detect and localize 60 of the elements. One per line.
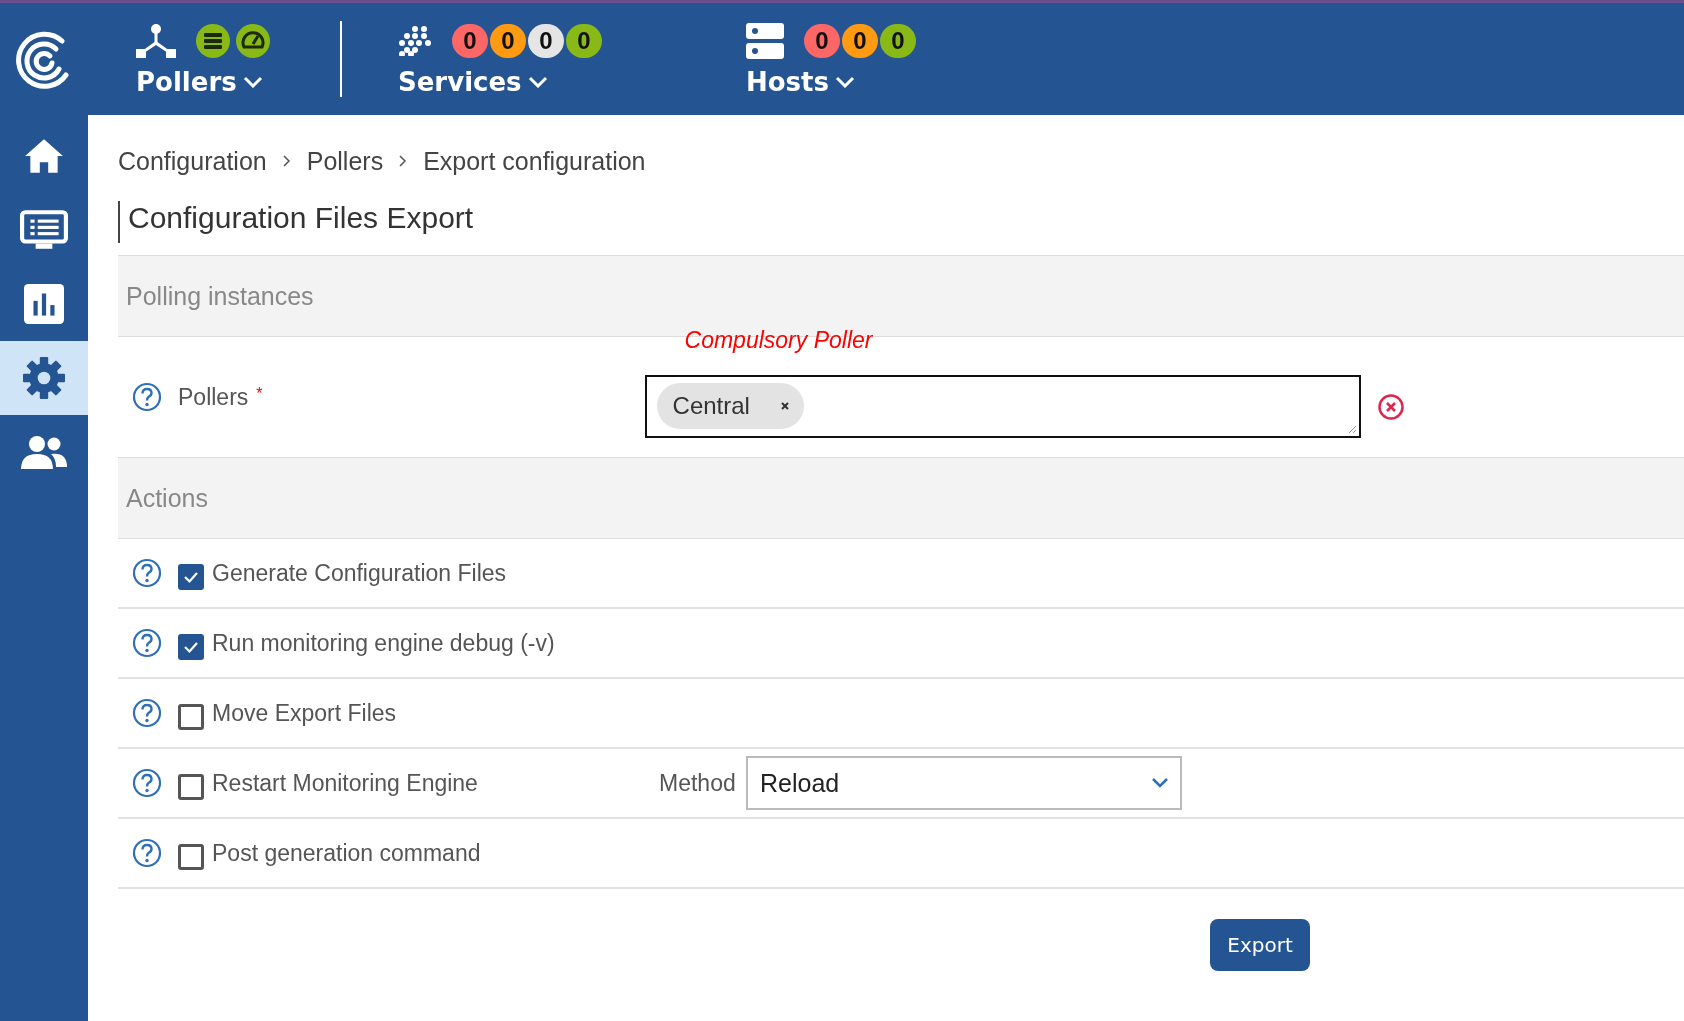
home-icon <box>23 137 65 175</box>
help-icon[interactable] <box>132 382 162 412</box>
remove-icon[interactable] <box>779 401 790 411</box>
sidebar-item[interactable] <box>0 341 88 415</box>
users-icon <box>21 435 67 469</box>
checkbox[interactable] <box>178 844 204 870</box>
error-message: Compulsory Poller <box>684 326 873 354</box>
help-icon[interactable] <box>132 558 162 588</box>
checkbox-label: Run monitoring engine debug (-v) <box>212 629 555 657</box>
chart-icon <box>24 284 64 324</box>
poller-select-field[interactable]: Central <box>644 374 1361 438</box>
status-count[interactable]: 0 <box>804 24 840 58</box>
method-select[interactable]: Reload <box>746 756 1182 810</box>
breadcrumb-link[interactable]: Pollers <box>306 146 384 176</box>
checkbox[interactable] <box>178 704 204 730</box>
dots-icon[interactable] <box>398 26 432 56</box>
status-count[interactable]: 0 <box>490 24 526 58</box>
server-icon[interactable] <box>746 23 784 59</box>
chevron-icon <box>1152 778 1168 788</box>
status-count[interactable]: 0 <box>528 24 564 58</box>
checkbox[interactable] <box>178 564 204 590</box>
tag-label: Central <box>672 392 750 420</box>
chevron-right-icon <box>399 155 408 167</box>
chevron-right-icon <box>282 155 291 167</box>
menu-dropdown[interactable]: Hosts <box>746 67 912 97</box>
help-icon[interactable] <box>132 628 162 658</box>
checkbox-label: Restart Monitoring Engine <box>212 769 478 797</box>
resize-grip-icon[interactable] <box>1346 423 1357 434</box>
settings-icon <box>23 357 65 399</box>
list-icon[interactable] <box>196 24 230 58</box>
export-button[interactable]: Export <box>1210 919 1310 971</box>
breadcrumb-link[interactable]: Export configuration <box>423 146 646 176</box>
section-title: Polling instances <box>126 281 314 311</box>
help-icon[interactable] <box>132 768 162 798</box>
checkbox-label: Post generation command <box>212 839 481 867</box>
menu-dropdown[interactable]: Pollers <box>136 67 270 97</box>
status-count[interactable]: 0 <box>842 24 878 58</box>
required-mark: * <box>256 385 263 403</box>
clear-icon[interactable] <box>1376 393 1405 421</box>
help-icon[interactable] <box>132 838 162 868</box>
monitor-icon <box>20 210 68 250</box>
page-title: Configuration Files Export <box>118 201 1684 243</box>
checkbox[interactable] <box>178 634 204 660</box>
chevron-icon <box>835 76 855 88</box>
breadcrumb-link[interactable]: Configuration <box>118 146 267 176</box>
status-count[interactable]: 0 <box>566 24 602 58</box>
help-icon[interactable] <box>132 698 162 728</box>
chevron-icon <box>242 76 263 88</box>
section-title: Actions <box>126 483 208 513</box>
checkbox-label: Move Export Files <box>212 699 397 727</box>
status-count[interactable]: 0 <box>880 24 916 58</box>
menu-dropdown[interactable]: Services <box>398 67 598 97</box>
field-label: Pollers <box>178 383 249 411</box>
method-label: Method <box>659 769 736 797</box>
status-count[interactable]: 0 <box>452 24 488 58</box>
chevron-icon <box>527 76 548 88</box>
checkbox[interactable] <box>178 774 204 800</box>
checkbox-label: Generate Configuration Files <box>212 559 507 587</box>
network-icon[interactable] <box>136 23 176 59</box>
gauge-icon[interactable] <box>236 24 270 58</box>
